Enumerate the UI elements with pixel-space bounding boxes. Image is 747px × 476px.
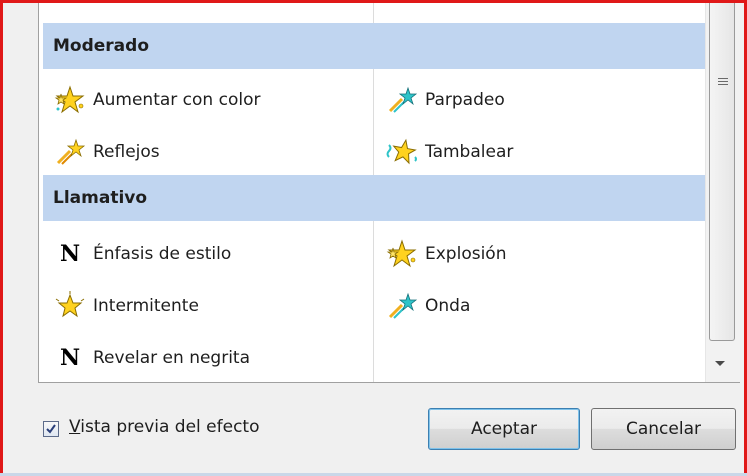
effect-label: Revelar en negrita <box>93 348 251 368</box>
effect-label: Énfasis de estilo <box>93 244 232 264</box>
effect-item-onda[interactable]: Onda <box>383 289 470 323</box>
category-header-moderado: Moderado <box>43 23 705 69</box>
effect-item-aumentar-con-color[interactable]: Aumentar con color <box>51 83 260 117</box>
effects-list-content: Moderado Aumentar con color Parpadeo Ref… <box>39 3 705 382</box>
effect-label: Reflejos <box>93 142 160 162</box>
effect-label: Intermitente <box>93 296 199 316</box>
effect-label: Onda <box>425 296 471 316</box>
star-burst-color-icon <box>383 239 421 269</box>
effect-label: Explosión <box>425 244 507 264</box>
star-burst-color-icon <box>51 85 89 115</box>
shooting-star-icon <box>51 137 89 167</box>
scrollbar-grip-icon <box>718 78 728 88</box>
category-header-llamativo: Llamativo <box>43 175 705 221</box>
effect-item-intermitente[interactable]: Intermitente <box>51 289 199 323</box>
effects-list[interactable]: Moderado Aumentar con color Parpadeo Ref… <box>38 3 740 383</box>
column-divider <box>373 69 374 175</box>
effect-item-revelar-en-negrita[interactable]: N Revelar en negrita <box>51 341 250 375</box>
blink-star-icon <box>51 291 89 321</box>
ok-button[interactable]: Aceptar <box>428 408 580 450</box>
effect-item-tambalear[interactable]: Tambalear <box>383 135 513 169</box>
checkmark-icon <box>46 424 56 434</box>
effect-item-enfasis-de-estilo[interactable]: N Énfasis de estilo <box>51 237 231 271</box>
shooting-star-icon <box>383 291 421 321</box>
effect-item-explosion[interactable]: Explosión <box>383 237 506 271</box>
preview-checkbox[interactable] <box>43 421 59 437</box>
effect-label: Tambalear <box>425 142 514 162</box>
effect-label: Parpadeo <box>425 90 505 110</box>
column-divider <box>373 221 374 382</box>
vertical-scrollbar[interactable] <box>705 3 740 382</box>
wobble-star-icon <box>383 137 421 167</box>
preview-checkbox-label[interactable]: Vista previa del efecto <box>69 417 260 437</box>
effect-label: Aumentar con color <box>93 90 261 110</box>
dialog-frame: Moderado Aumentar con color Parpadeo Ref… <box>0 0 747 476</box>
shooting-star-icon <box>383 85 421 115</box>
scrollbar-thumb[interactable] <box>709 3 735 341</box>
effect-item-parpadeo[interactable]: Parpadeo <box>383 83 505 117</box>
bold-n-icon: N <box>59 345 81 371</box>
column-divider <box>373 3 374 23</box>
bold-n-icon: N <box>59 241 81 267</box>
effect-item-reflejos[interactable]: Reflejos <box>51 135 160 169</box>
scroll-down-arrow-icon[interactable] <box>715 361 725 366</box>
cancel-button[interactable]: Cancelar <box>591 408 736 450</box>
